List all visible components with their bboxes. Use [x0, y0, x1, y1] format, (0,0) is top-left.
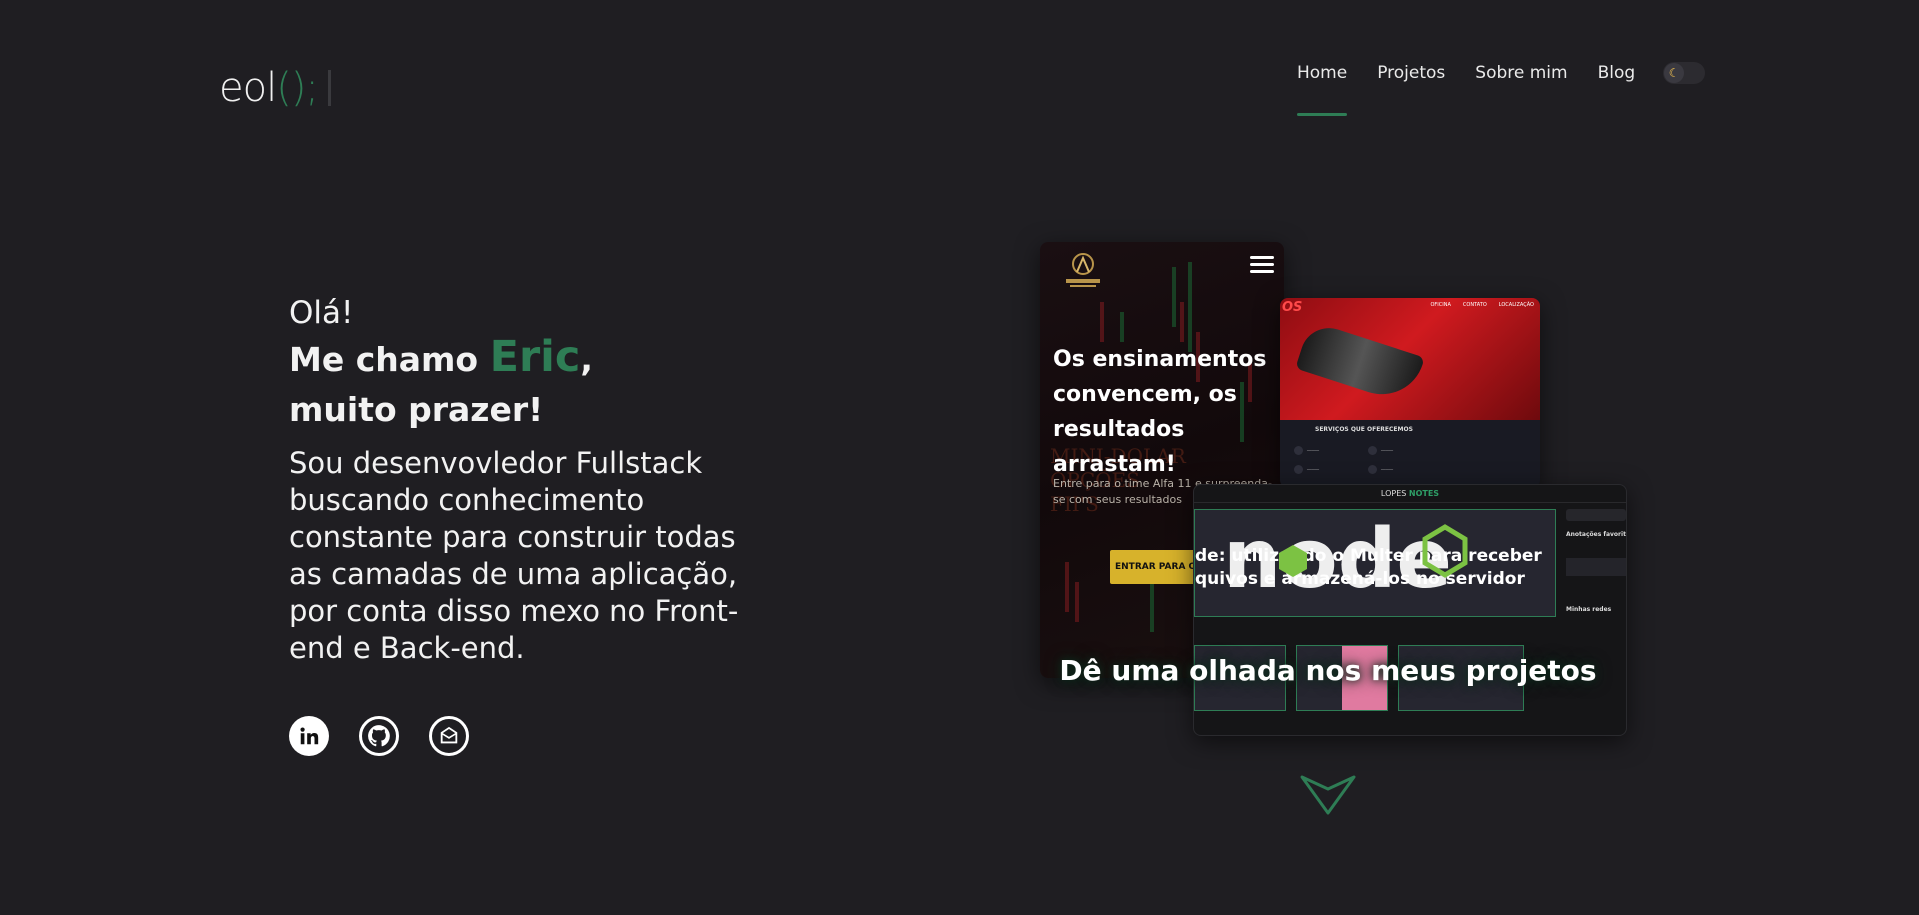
hamburger-icon: [1250, 256, 1274, 277]
logo-text: eol: [219, 65, 277, 111]
theme-toggle[interactable]: ☾: [1663, 62, 1706, 84]
alfa-headline: Os ensinamentos convencem, os resultados…: [1053, 347, 1267, 477]
logo-close: );: [290, 65, 319, 111]
nav-projetos[interactable]: Projetos: [1377, 62, 1445, 84]
svg-text:node: node: [1223, 513, 1452, 603]
name-highlight: Eric: [489, 332, 581, 382]
social-links: [289, 716, 469, 756]
cars-nav-item: OFICINA: [1430, 302, 1451, 308]
site-logo[interactable]: eol();: [219, 64, 331, 112]
cars-nav: OFICINA CONTATO LOCALIZAÇÃO: [1430, 302, 1534, 308]
service-item: ─────: [1294, 462, 1360, 476]
lopes-brand-bar: LOPES NOTES: [1194, 485, 1626, 503]
projects-cta-text: Dê uma olhada nos meus projetos: [1059, 654, 1597, 687]
cars-nav-item: CONTATO: [1462, 302, 1487, 308]
email-icon[interactable]: [429, 716, 469, 756]
cars-services-title: SERVIÇOS QUE OFERECEMOS: [1315, 426, 1413, 433]
hero-intro: Olá! Me chamo Eric, muito prazer! Sou de…: [289, 294, 749, 667]
cars-services-grid: ───── ───── ───── ─────: [1294, 443, 1434, 476]
sidebar-box: [1566, 558, 1626, 576]
alfa-logo: [1066, 253, 1100, 287]
scroll-down-icon[interactable]: [1299, 774, 1357, 816]
nav-home[interactable]: Home: [1297, 62, 1348, 116]
project-card-cars[interactable]: OS OFICINA CONTATO LOCALIZAÇÃO SERVIÇOS …: [1280, 298, 1540, 488]
intro-prefix: Me chamo: [289, 340, 479, 379]
project-showcase[interactable]: MINI-DOLAR OPÇÕES FII'S Os ensinamentos …: [1038, 240, 1628, 740]
linkedin-icon[interactable]: [289, 716, 329, 756]
logo-paren: (: [276, 65, 292, 111]
sidebar-search: [1566, 509, 1626, 521]
bio-text: Sou desenvovledor Fullstack buscando con…: [289, 446, 739, 665]
sidebar-title: Anotações favorit: [1566, 531, 1626, 538]
moon-icon: ☾: [1664, 63, 1685, 83]
cars-hero-image: OS OFICINA CONTATO LOCALIZAÇÃO: [1280, 298, 1540, 420]
nav-blog[interactable]: Blog: [1598, 62, 1636, 84]
greeting: Olá!: [289, 295, 354, 331]
logo-cursor: [327, 70, 331, 106]
nodejs-logo: node: [1223, 513, 1468, 603]
lopes-sidebar: Anotações favorit Minhas redes: [1566, 509, 1626, 729]
service-item: ─────: [1368, 443, 1434, 457]
cars-brand: OS: [1282, 300, 1303, 315]
intro-line-2: muito prazer!: [289, 390, 544, 429]
lopes-brand-a: LOPES: [1380, 489, 1407, 498]
sidebar-links: Minhas redes: [1566, 606, 1612, 613]
nav-sobre-mim[interactable]: Sobre mim: [1475, 62, 1567, 84]
service-item: ─────: [1368, 462, 1434, 476]
main-nav: Home Projetos Sobre mim Blog ☾: [1297, 62, 1706, 116]
car-headlight: [1295, 320, 1425, 406]
intro-line: Me chamo Eric,: [289, 332, 749, 385]
github-icon[interactable]: [359, 716, 399, 756]
cars-nav-item: LOCALIZAÇÃO: [1498, 302, 1534, 308]
intro-suffix: ,: [580, 340, 593, 379]
service-item: ─────: [1294, 443, 1360, 457]
lopes-brand-b: NOTES: [1408, 489, 1440, 498]
